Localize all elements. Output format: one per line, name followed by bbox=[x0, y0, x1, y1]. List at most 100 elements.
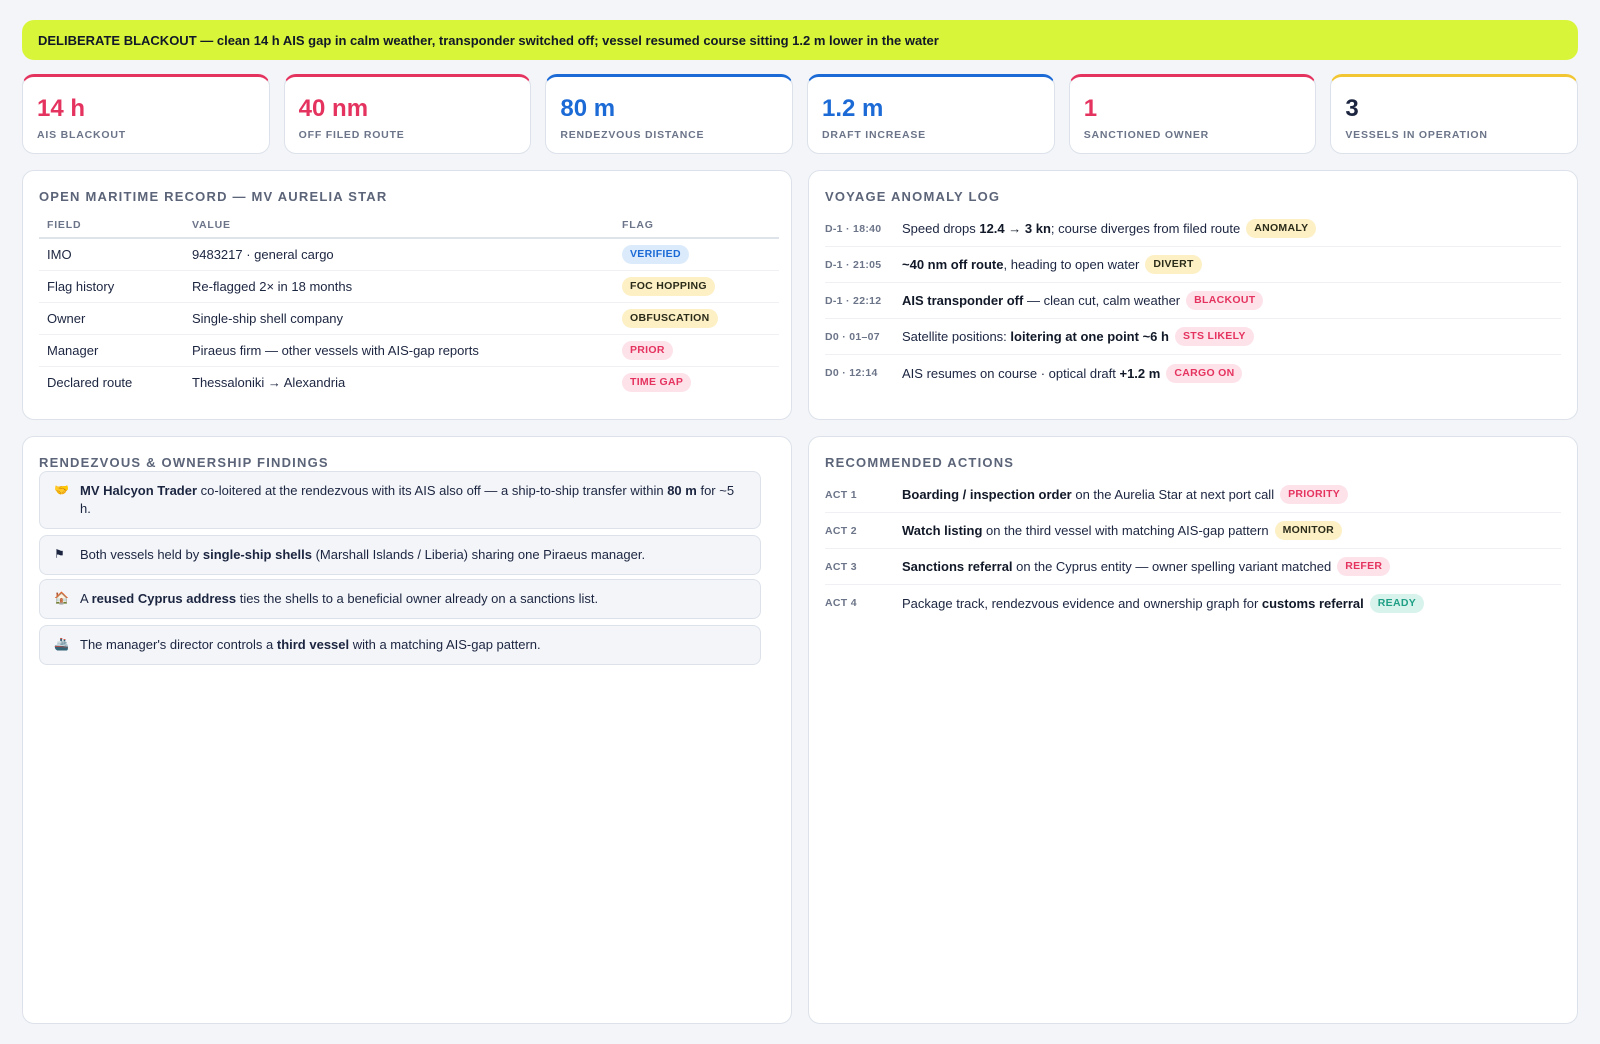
value-cell: Piraeus firm — other vessels with AIS-ga… bbox=[184, 334, 614, 367]
row-text: ~40 nm off route, heading to open water bbox=[902, 257, 1139, 272]
text-segment: on the Aurelia Star at next port call bbox=[1071, 487, 1275, 502]
text-emphasis: Sanctions referral bbox=[902, 559, 1013, 574]
table-row: IMO 9483217 · general cargo VERIFIED bbox=[39, 238, 779, 271]
kpi-value: 1 bbox=[1083, 95, 1098, 122]
status-badge: STS LIKELY bbox=[1174, 327, 1254, 346]
flag-cell: PRIOR bbox=[614, 334, 779, 367]
kpi-value: 40 nm bbox=[298, 95, 369, 122]
action-row: ACT 4 Package track, rendezvous evidence … bbox=[825, 585, 1561, 621]
kpi-value: 1.2 m bbox=[822, 95, 884, 122]
text-emphasis: ~40 nm off route bbox=[902, 257, 1004, 272]
value-cell: Re-flagged 2× in 18 months bbox=[184, 270, 614, 303]
text-emphasis: Watch listing bbox=[902, 523, 983, 538]
alert-banner: DELIBERATE BLACKOUT — clean 14 h AIS gap… bbox=[22, 20, 1578, 60]
anomaly-log-list: D-1 · 18:40 Speed drops 12.4 → 3 kn; cour… bbox=[825, 211, 1561, 391]
kpi-card: 1 SANCTIONED OWNER bbox=[1068, 74, 1317, 154]
field-cell: Flag history bbox=[39, 270, 184, 303]
panel-title: RECOMMENDED ACTIONS bbox=[825, 455, 1015, 470]
record-table: FIELD VALUE FLAG IMO 9483217 · general ca… bbox=[39, 215, 779, 398]
timestamp: D0 · 12:14 bbox=[825, 367, 878, 379]
kpi-row: 14 h AIS BLACKOUT 40 nm OFF FILED ROUTE 80… bbox=[22, 74, 1579, 154]
kpi-label: RENDEZVOUS DISTANCE bbox=[560, 129, 705, 141]
kpi-value: 80 m bbox=[560, 95, 616, 122]
text-emphasis: third vessel bbox=[276, 637, 350, 652]
timestamp: D-1 · 18:40 bbox=[825, 222, 882, 235]
action-row: ACT 1 Boarding / inspection order on the … bbox=[825, 477, 1561, 513]
status-badge: CARGO ON bbox=[1166, 363, 1243, 383]
row-text: Satellite positions: loitering at one po… bbox=[902, 329, 1169, 344]
action-id: ACT 2 bbox=[825, 524, 857, 537]
flag-cell: TIME GAP bbox=[614, 366, 779, 398]
log-row: D-1 · 21:05 ~40 nm off route, heading to … bbox=[825, 247, 1561, 283]
text-segment: (Marshall Islands / Liberia) sharing one… bbox=[311, 547, 646, 562]
table-row: Flag history Re-flagged 2× in 18 months FO… bbox=[39, 270, 779, 303]
flag-cell: OBFUSCATION bbox=[614, 302, 779, 335]
table-row: Declared route Thessaloniki → Alexandria T… bbox=[39, 366, 779, 398]
text-emphasis: customs referral bbox=[1261, 595, 1364, 611]
text-emphasis: +1.2 m bbox=[1119, 365, 1161, 381]
text-emphasis: Boarding / inspection order bbox=[902, 487, 1072, 502]
text-emphasis: single-ship shells bbox=[202, 547, 312, 562]
finding-card: 🤝 MV Halcyon Trader co-loitered at the re… bbox=[39, 471, 761, 529]
kpi-label: AIS BLACKOUT bbox=[37, 129, 126, 141]
log-row: D-1 · 22:12 AIS transponder off — clean c… bbox=[825, 283, 1561, 319]
timestamp: D-1 · 21:05 bbox=[825, 258, 882, 271]
kpi-label: OFF FILED ROUTE bbox=[298, 129, 405, 141]
flag-cell: VERIFIED bbox=[614, 238, 779, 271]
text-segment: Speed drops bbox=[902, 221, 980, 236]
kpi-value: 3 bbox=[1345, 95, 1359, 122]
finding-card: ⚑ Both vessels held by single-ship shells… bbox=[39, 535, 761, 575]
maritime-record-panel: OPEN MARITIME RECORD — MV AURELIA STAR F… bbox=[22, 170, 792, 420]
kpi-card: 40 nm OFF FILED ROUTE bbox=[283, 74, 532, 154]
field-cell: Owner bbox=[39, 302, 184, 335]
log-row: D0 · 01–07 Satellite positions: loitering… bbox=[825, 319, 1561, 355]
text-segment: with a matching AIS-gap pattern. bbox=[349, 637, 541, 652]
status-badge: REFER bbox=[1337, 557, 1391, 576]
field-cell: IMO bbox=[39, 238, 184, 271]
findings-panel: RENDEZVOUS & OWNERSHIP FINDINGS 🤝 MV Halc… bbox=[22, 436, 792, 1024]
text-segment: co-loitered at the rendezvous with its A… bbox=[197, 483, 668, 498]
text-emphasis: loitering at one point ~6 h bbox=[1010, 329, 1169, 344]
row-text: Speed drops 12.4 → 3 kn; course diverges… bbox=[902, 221, 1240, 236]
panel-title: VOYAGE ANOMALY LOG bbox=[825, 189, 1001, 204]
kpi-label: VESSELS IN OPERATION bbox=[1345, 129, 1488, 141]
panel-title: OPEN MARITIME RECORD — MV AURELIA STAR bbox=[39, 189, 388, 204]
action-row: ACT 2 Watch listing on the third vessel w… bbox=[825, 513, 1561, 549]
status-badge: TIME GAP bbox=[622, 372, 692, 392]
kpi-value: 14 h bbox=[37, 95, 86, 122]
text-emphasis: MV Halcyon Trader bbox=[80, 483, 198, 498]
action-row: ACT 3 Sanctions referral on the Cyprus en… bbox=[825, 549, 1561, 585]
status-badge: FOC HOPPING bbox=[622, 276, 715, 296]
value-cell: 9483217 · general cargo bbox=[184, 238, 614, 271]
text-segment: Satellite positions: bbox=[902, 329, 1011, 344]
row-text: Package track, rendezvous evidence and o… bbox=[902, 596, 1364, 611]
text-segment: Both vessels held by bbox=[80, 547, 203, 562]
row-text: AIS transponder off — clean cut, calm we… bbox=[902, 293, 1180, 308]
table-row: Manager Piraeus firm — other vessels with… bbox=[39, 334, 779, 367]
value-cell: Thessaloniki → Alexandria bbox=[192, 374, 346, 390]
status-badge: MONITOR bbox=[1274, 521, 1343, 540]
action-id: ACT 3 bbox=[825, 560, 857, 573]
text-segment: , heading to open water bbox=[1003, 257, 1140, 272]
value-cell: Single-ship shell company bbox=[184, 302, 614, 335]
status-badge: READY bbox=[1369, 593, 1425, 613]
timestamp: D0 · 01–07 bbox=[825, 330, 880, 343]
status-badge: DIVERT bbox=[1145, 255, 1202, 274]
status-badge: PRIORITY bbox=[1280, 485, 1349, 504]
field-cell: Declared route bbox=[47, 374, 133, 390]
status-badge: PRIOR bbox=[622, 340, 673, 360]
flag-cell: FOC HOPPING bbox=[614, 270, 779, 303]
action-id: ACT 4 bbox=[825, 597, 857, 609]
text-emphasis: reused Cyprus address bbox=[91, 591, 237, 606]
row-text: AIS resumes on course · optical draft +1… bbox=[902, 366, 1160, 381]
column-header: VALUE bbox=[184, 215, 614, 239]
text-segment: The manager's director controls a bbox=[80, 637, 277, 652]
text-segment: Package track, rendezvous evidence and o… bbox=[902, 595, 1262, 611]
text-emphasis: 80 m bbox=[667, 483, 697, 498]
column-header: FLAG bbox=[614, 215, 779, 239]
finding-card: 🚢 The manager's director controls a third… bbox=[39, 625, 761, 665]
timestamp: D-1 · 22:12 bbox=[825, 294, 882, 307]
kpi-label: DRAFT INCREASE bbox=[822, 129, 926, 141]
table-row: Owner Single-ship shell company OBFUSCATIO… bbox=[39, 302, 779, 335]
recommended-actions-panel: RECOMMENDED ACTIONS ACT 1 Boarding / insp… bbox=[808, 436, 1578, 1024]
